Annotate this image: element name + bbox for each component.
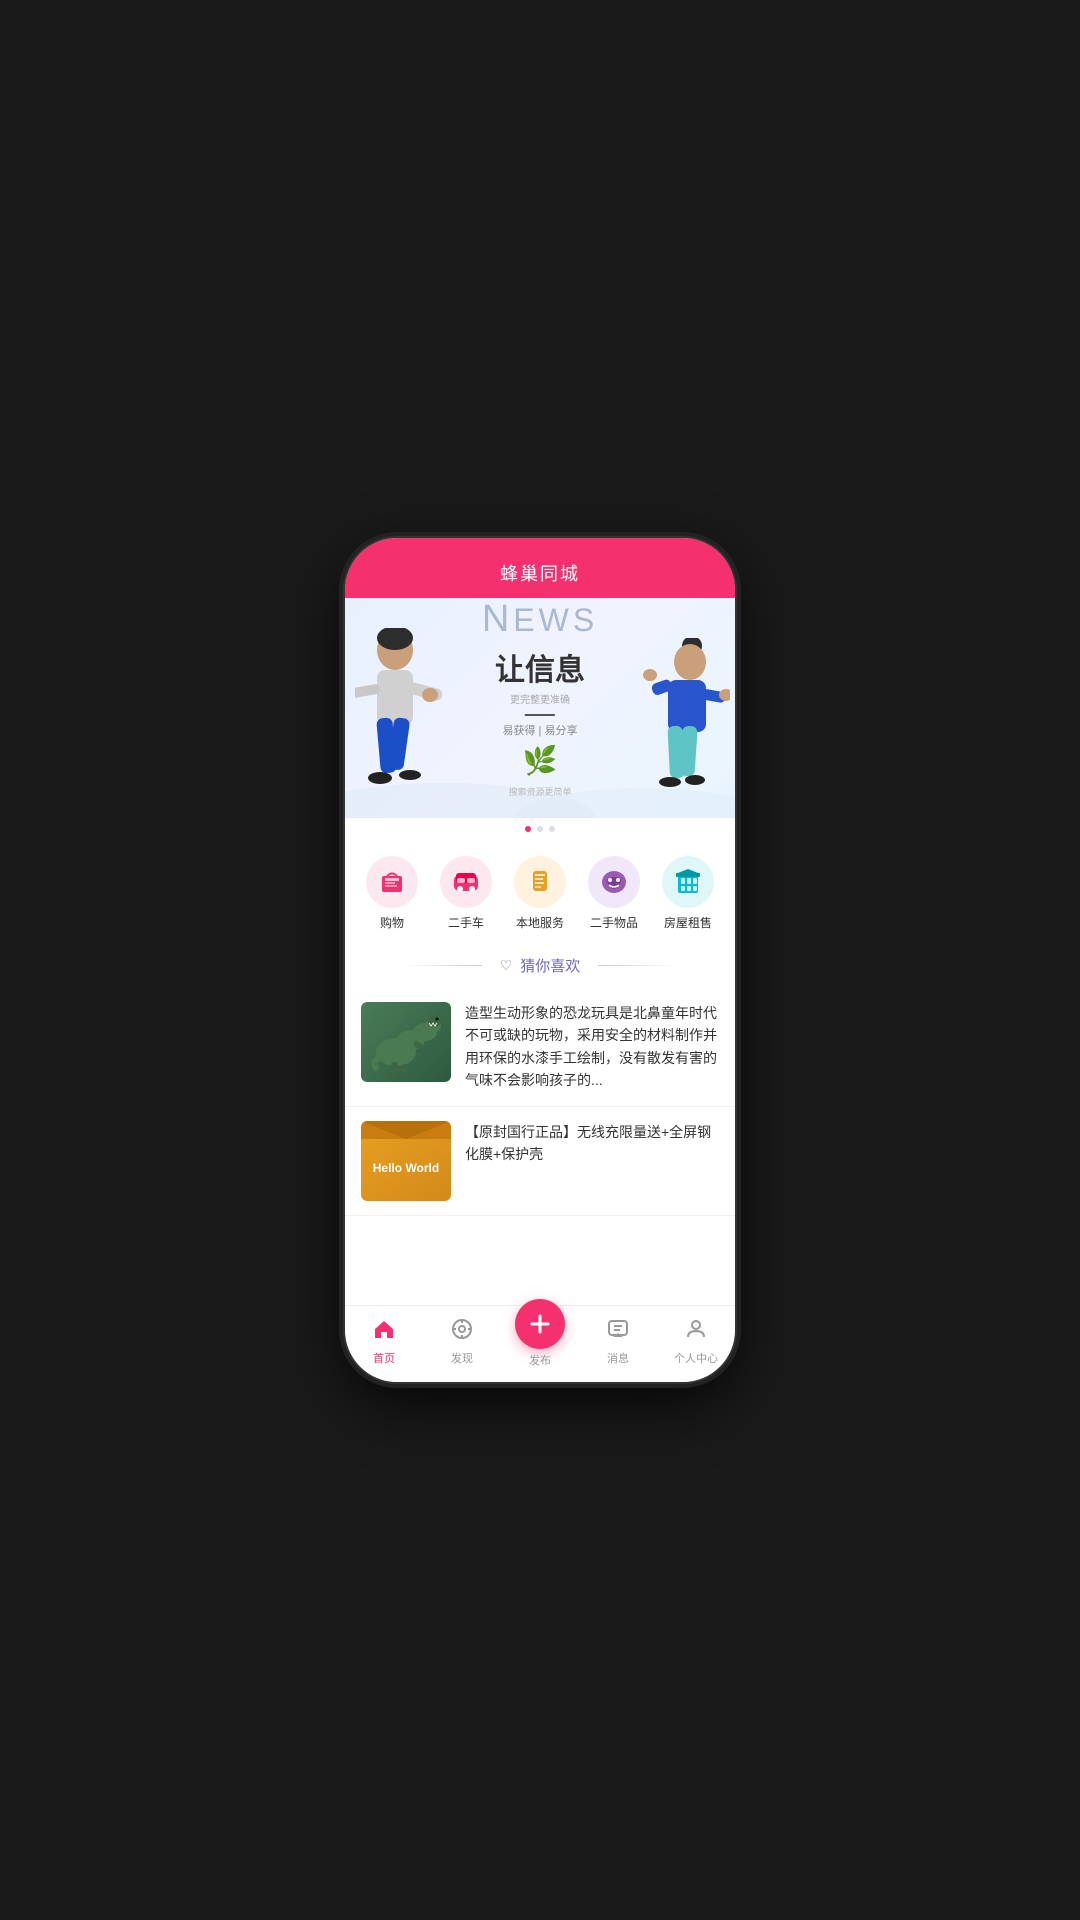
category-rental[interactable]: 房屋租售 bbox=[662, 856, 714, 931]
categories: 购物 二手车 bbox=[345, 840, 735, 943]
dot-3[interactable] bbox=[549, 826, 555, 832]
banner: NEWS 让信息 更完整更准确 易获得 | 易分享 🌿 搜索资源更简单 bbox=[345, 598, 735, 818]
content-list: 造型生动形象的恐龙玩具是北鼻童年时代不可或缺的玩物，采用安全的材料制作并用环保的… bbox=[345, 988, 735, 1216]
hello-world-thumb: Hello World bbox=[361, 1121, 451, 1201]
shopping-label: 购物 bbox=[380, 914, 404, 931]
nav-message[interactable]: 消息 bbox=[588, 1317, 648, 1366]
header: 蜂巢同城 bbox=[345, 552, 735, 598]
recommend-section: ♡ 猜你喜欢 bbox=[345, 943, 735, 988]
nav-profile[interactable]: 个人中心 bbox=[666, 1317, 726, 1366]
profile-label: 个人中心 bbox=[674, 1350, 718, 1366]
plant-icon: 🌿 bbox=[482, 744, 598, 777]
shopping-icon bbox=[366, 856, 418, 908]
nav-publish[interactable]: 发布 bbox=[510, 1314, 570, 1368]
bottom-nav: 首页 发现 bbox=[345, 1305, 735, 1382]
phone-frame: 蜂巢同城 bbox=[345, 538, 735, 1382]
message-label: 消息 bbox=[607, 1350, 629, 1366]
banner-center: NEWS 让信息 更完整更准确 易获得 | 易分享 🌿 搜索资源更简单 bbox=[482, 598, 598, 798]
banner-divider bbox=[525, 714, 555, 716]
profile-icon bbox=[684, 1317, 708, 1347]
local-service-label: 本地服务 bbox=[516, 914, 564, 931]
used-car-icon bbox=[440, 856, 492, 908]
publish-label: 发布 bbox=[529, 1352, 551, 1368]
recommend-title: 猜你喜欢 bbox=[520, 955, 580, 976]
nav-discover[interactable]: 发现 bbox=[432, 1317, 492, 1366]
category-used-car[interactable]: 二手车 bbox=[440, 856, 492, 931]
banner-tagline: 易获得 | 易分享 bbox=[482, 722, 598, 738]
box-top bbox=[361, 1121, 451, 1139]
home-label: 首页 bbox=[373, 1350, 395, 1366]
box-flap bbox=[361, 1121, 451, 1139]
banner-news-label: NEWS bbox=[482, 598, 598, 641]
message-icon bbox=[606, 1317, 630, 1347]
person-left bbox=[355, 628, 455, 808]
recommend-line-right bbox=[598, 965, 678, 966]
banner-sub-text: 更完整更准确 bbox=[482, 691, 598, 706]
dot-2[interactable] bbox=[537, 826, 543, 832]
item2-text: 【原封国行正品】无线充限量送+全屏钢化膜+保护壳 bbox=[465, 1121, 719, 1201]
used-car-label: 二手车 bbox=[448, 914, 484, 931]
content-item-2[interactable]: Hello World 【原封国行正品】无线充限量送+全屏钢化膜+保护壳 bbox=[345, 1107, 735, 1216]
recommend-heart: ♡ bbox=[500, 957, 513, 974]
publish-button[interactable] bbox=[515, 1299, 565, 1349]
banner-dots bbox=[345, 818, 735, 840]
category-local-service[interactable]: 本地服务 bbox=[514, 856, 566, 931]
nav-home[interactable]: 首页 bbox=[354, 1317, 414, 1366]
item1-text: 造型生动形象的恐龙玩具是北鼻童年时代不可或缺的玩物，采用安全的材料制作并用环保的… bbox=[465, 1002, 719, 1092]
discover-label: 发现 bbox=[451, 1350, 473, 1366]
rental-icon bbox=[662, 856, 714, 908]
discover-icon bbox=[450, 1317, 474, 1347]
category-used-goods[interactable]: 二手物品 bbox=[588, 856, 640, 931]
phone-screen: 蜂巢同城 bbox=[345, 538, 735, 1382]
banner-bottom-text: 搜索资源更简单 bbox=[482, 785, 598, 798]
category-shopping[interactable]: 购物 bbox=[366, 856, 418, 931]
recommend-line-left bbox=[402, 965, 482, 966]
local-service-icon bbox=[514, 856, 566, 908]
status-bar bbox=[345, 538, 735, 552]
person-right bbox=[640, 638, 730, 808]
scroll-content: NEWS 让信息 更完整更准确 易获得 | 易分享 🌿 搜索资源更简单 bbox=[345, 598, 735, 1305]
banner-main-text: 让信息 bbox=[482, 645, 598, 689]
home-icon bbox=[372, 1317, 396, 1347]
content-item-1[interactable]: 造型生动形象的恐龙玩具是北鼻童年时代不可或缺的玩物，采用安全的材料制作并用环保的… bbox=[345, 988, 735, 1107]
hello-world-text: Hello World bbox=[373, 1160, 439, 1177]
used-goods-icon bbox=[588, 856, 640, 908]
dot-1[interactable] bbox=[525, 826, 531, 832]
rental-label: 房屋租售 bbox=[664, 914, 712, 931]
used-goods-label: 二手物品 bbox=[590, 914, 638, 931]
dino-thumb bbox=[361, 1002, 451, 1082]
app-title: 蜂巢同城 bbox=[500, 564, 580, 584]
